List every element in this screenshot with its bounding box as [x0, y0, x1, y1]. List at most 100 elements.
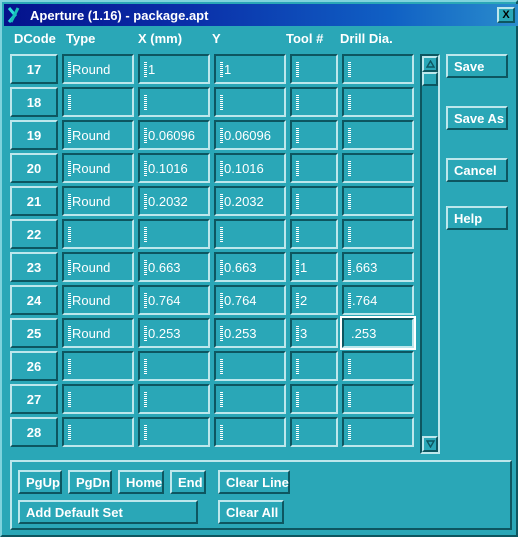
cell-y[interactable]: 0.253: [214, 318, 286, 348]
end-button[interactable]: End: [170, 470, 206, 494]
cell-x[interactable]: [138, 384, 210, 414]
cell-drill[interactable]: [342, 87, 414, 117]
column-header-tool: Tool #: [286, 31, 324, 46]
cell-x[interactable]: [138, 351, 210, 381]
cell-y[interactable]: [214, 417, 286, 447]
table-row: 23 Round 0.663 0.663 1 .663: [10, 252, 414, 282]
cell-y[interactable]: [214, 219, 286, 249]
cell-x[interactable]: [138, 219, 210, 249]
table-row: 21 Round 0.2032 0.2032: [10, 186, 414, 216]
clear-line-button[interactable]: Clear Line: [218, 470, 290, 494]
help-button[interactable]: Help: [446, 206, 508, 230]
text-caret-icon: [220, 127, 223, 143]
cell-type[interactable]: [62, 417, 134, 447]
cell-text: 0.663: [148, 259, 181, 275]
text-caret-icon: [296, 160, 299, 176]
cell-text: Round: [72, 61, 111, 77]
cell-tool[interactable]: [290, 351, 338, 381]
cell-y[interactable]: 0.06096: [214, 120, 286, 150]
save-as-button[interactable]: Save As: [446, 106, 508, 130]
cell-type[interactable]: Round: [62, 318, 134, 348]
cell-x[interactable]: 0.1016: [138, 153, 210, 183]
text-caret-icon: [220, 325, 223, 341]
cell-y[interactable]: [214, 87, 286, 117]
scroll-up-icon[interactable]: [422, 56, 438, 72]
text-caret-icon: [348, 61, 351, 77]
cell-type[interactable]: Round: [62, 186, 134, 216]
cell-tool[interactable]: [290, 417, 338, 447]
table-row: 22: [10, 219, 414, 249]
cell-y[interactable]: 0.663: [214, 252, 286, 282]
table-row: 19 Round 0.06096 0.06096: [10, 120, 414, 150]
cell-text: 18: [26, 94, 42, 110]
cell-y[interactable]: 0.2032: [214, 186, 286, 216]
cell-text: 26: [26, 358, 42, 374]
cell-tool[interactable]: [290, 186, 338, 216]
text-caret-icon: [296, 61, 299, 77]
cell-y[interactable]: [214, 384, 286, 414]
cell-type[interactable]: [62, 384, 134, 414]
cell-tool[interactable]: [290, 120, 338, 150]
dcode-label: 24: [10, 285, 58, 315]
cell-drill[interactable]: .764: [342, 285, 414, 315]
cell-drill[interactable]: .253: [340, 316, 416, 350]
cell-y[interactable]: [214, 351, 286, 381]
cell-tool[interactable]: 2: [290, 285, 338, 315]
clear-all-button[interactable]: Clear All: [218, 500, 284, 524]
cell-tool[interactable]: [290, 54, 338, 84]
text-caret-icon: [220, 94, 223, 110]
cell-drill[interactable]: [342, 54, 414, 84]
cell-type[interactable]: Round: [62, 54, 134, 84]
cell-drill[interactable]: [342, 351, 414, 381]
cell-x[interactable]: 0.2032: [138, 186, 210, 216]
cell-tool[interactable]: [290, 153, 338, 183]
home-button[interactable]: Home: [118, 470, 164, 494]
cell-x[interactable]: 1: [138, 54, 210, 84]
pgdn-button[interactable]: PgDn: [68, 470, 112, 494]
cell-x[interactable]: 0.06096: [138, 120, 210, 150]
text-caret-icon: [68, 193, 71, 209]
cell-tool[interactable]: 3: [290, 318, 338, 348]
text-caret-icon: [220, 259, 223, 275]
cancel-button[interactable]: Cancel: [446, 158, 508, 182]
text-caret-icon: [68, 424, 71, 440]
scrollbar-thumb[interactable]: [422, 72, 438, 86]
cell-x[interactable]: 0.764: [138, 285, 210, 315]
cell-type[interactable]: Round: [62, 252, 134, 282]
column-header-row: DCode Type X (mm) Y Tool # Drill Dia.: [4, 28, 518, 52]
add-default-set-button[interactable]: Add Default Set: [18, 500, 198, 524]
cell-text: 0.253: [148, 325, 181, 341]
cell-tool[interactable]: 1: [290, 252, 338, 282]
cell-y[interactable]: 0.1016: [214, 153, 286, 183]
pgup-button[interactable]: PgUp: [18, 470, 62, 494]
cell-drill[interactable]: [342, 219, 414, 249]
text-caret-icon: [220, 424, 223, 440]
cell-type[interactable]: [62, 219, 134, 249]
cell-type[interactable]: [62, 351, 134, 381]
cell-drill[interactable]: [342, 417, 414, 447]
cell-drill[interactable]: [342, 153, 414, 183]
cell-type[interactable]: Round: [62, 285, 134, 315]
vertical-scrollbar[interactable]: [420, 54, 440, 454]
cell-type[interactable]: Round: [62, 153, 134, 183]
cell-drill[interactable]: [342, 384, 414, 414]
aperture-table: 17 Round 1 1 18 19 Round 0.06096 0.06096 20 Round 0…: [10, 54, 416, 454]
cell-x[interactable]: 0.253: [138, 318, 210, 348]
save-button[interactable]: Save: [446, 54, 508, 78]
table-row: 27: [10, 384, 414, 414]
close-icon[interactable]: X: [497, 7, 515, 23]
cell-x[interactable]: 0.663: [138, 252, 210, 282]
cell-type[interactable]: [62, 87, 134, 117]
cell-tool[interactable]: [290, 219, 338, 249]
cell-tool[interactable]: [290, 384, 338, 414]
cell-y[interactable]: 0.764: [214, 285, 286, 315]
cell-type[interactable]: Round: [62, 120, 134, 150]
cell-x[interactable]: [138, 417, 210, 447]
cell-y[interactable]: 1: [214, 54, 286, 84]
cell-drill[interactable]: .663: [342, 252, 414, 282]
cell-tool[interactable]: [290, 87, 338, 117]
cell-drill[interactable]: [342, 120, 414, 150]
cell-x[interactable]: [138, 87, 210, 117]
cell-drill[interactable]: [342, 186, 414, 216]
scroll-down-icon[interactable]: [422, 436, 438, 452]
